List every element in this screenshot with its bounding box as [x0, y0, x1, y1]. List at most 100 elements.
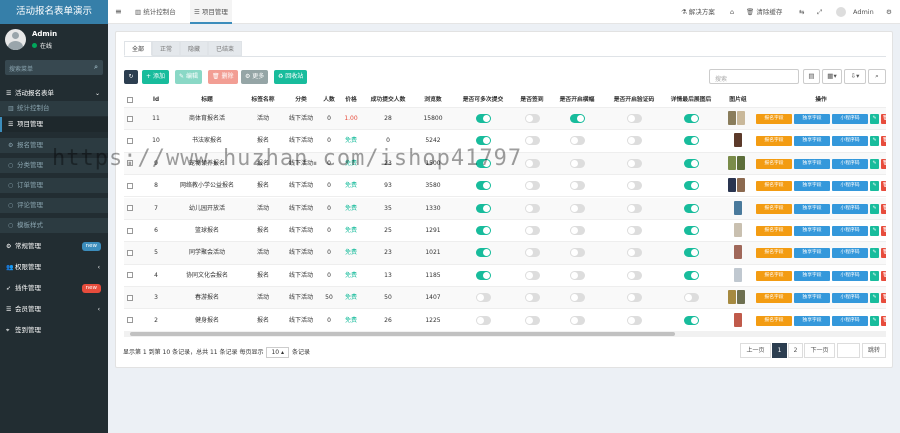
- page-size-select[interactable]: 10 ▴: [266, 347, 290, 358]
- toggle-multi-switch[interactable]: [476, 114, 491, 123]
- row-checkbox[interactable]: [124, 220, 136, 242]
- row-edit-button[interactable]: ✎: [870, 270, 879, 281]
- toggle-multi-switch[interactable]: [476, 181, 491, 191]
- toggle-detail-switch[interactable]: [684, 136, 699, 146]
- action-exclusive-fields-button[interactable]: 独享字段: [794, 181, 830, 192]
- edit-button[interactable]: ✎ 编辑: [175, 70, 202, 84]
- toggle-captcha-switch[interactable]: [627, 270, 642, 280]
- toggle-banner-switch[interactable]: [570, 181, 585, 191]
- action-exclusive-fields-button[interactable]: 独享字段: [794, 293, 830, 304]
- toggle-signin-switch[interactable]: [525, 248, 540, 258]
- thumbnail-image[interactable]: [734, 223, 742, 237]
- horizontal-scrollbar[interactable]: [124, 331, 886, 337]
- action-mini-program-code-button[interactable]: 小程序码: [832, 270, 868, 281]
- thumbnail-image[interactable]: [737, 155, 745, 170]
- delete-button[interactable]: 🗑 删除: [208, 70, 238, 84]
- action-exclusive-fields-button[interactable]: 独享字段: [794, 315, 830, 326]
- action-exclusive-fields-button[interactable]: 独享字段: [794, 114, 830, 124]
- thumbnail-image[interactable]: [734, 133, 742, 148]
- toggle-banner-switch[interactable]: [570, 226, 585, 235]
- tab-all[interactable]: 全部: [124, 41, 153, 56]
- action-exclusive-fields-button[interactable]: 独享字段: [794, 158, 830, 169]
- toggle-banner-switch[interactable]: [570, 114, 585, 123]
- page-2-button[interactable]: 2: [788, 343, 803, 358]
- toggle-multi-switch[interactable]: [476, 248, 491, 258]
- toggle-multi-switch[interactable]: [476, 136, 491, 146]
- next-page-button[interactable]: 下一页: [804, 343, 835, 358]
- advanced-search-icon[interactable]: ⌕: [868, 69, 886, 84]
- select-all-checkbox[interactable]: [124, 92, 136, 108]
- toggle-signin-switch[interactable]: [525, 203, 540, 213]
- toggle-signin-switch[interactable]: [525, 181, 540, 191]
- sidebar-item-10[interactable]: 👥 权限管理 ‹: [0, 260, 108, 275]
- toggle-multi-switch[interactable]: [476, 270, 491, 280]
- prev-page-button[interactable]: 上一页: [740, 343, 771, 358]
- table-search-input[interactable]: 搜索: [709, 69, 799, 84]
- search-icon[interactable]: ⌕: [94, 63, 98, 72]
- toggle-banner-switch[interactable]: [570, 203, 585, 213]
- scrollbar-thumb[interactable]: [130, 332, 675, 336]
- thumbnail-image[interactable]: [728, 111, 736, 125]
- action-form-fields-button[interactable]: 报名字段: [756, 293, 792, 304]
- add-button[interactable]: + 添加: [142, 70, 169, 84]
- toggle-detail-switch[interactable]: [684, 248, 699, 258]
- export-dropdown-icon[interactable]: ⇩▾: [844, 69, 866, 84]
- toggle-captcha-switch[interactable]: [627, 158, 642, 168]
- toggle-banner-switch[interactable]: [570, 293, 585, 303]
- row-edit-button[interactable]: ✎: [870, 181, 879, 192]
- row-edit-button[interactable]: ✎: [870, 158, 879, 169]
- toggle-captcha-switch[interactable]: [627, 114, 642, 123]
- row-delete-button[interactable]: 🗑: [881, 114, 886, 124]
- sidebar-item-2[interactable]: ▥ 统计控制台: [0, 101, 108, 116]
- thumbnail-image[interactable]: [737, 111, 745, 125]
- action-form-fields-button[interactable]: 报名字段: [756, 226, 792, 236]
- row-edit-button[interactable]: ✎: [870, 315, 879, 326]
- page-1-button[interactable]: 1: [772, 343, 787, 358]
- toggle-captcha-switch[interactable]: [627, 293, 642, 303]
- row-checkbox[interactable]: [124, 287, 136, 309]
- toggle-detail-switch[interactable]: [684, 181, 699, 191]
- action-exclusive-fields-button[interactable]: 独享字段: [794, 136, 830, 147]
- action-form-fields-button[interactable]: 报名字段: [756, 136, 792, 147]
- toggle-captcha-switch[interactable]: [627, 136, 642, 146]
- row-checkbox[interactable]: [124, 265, 136, 287]
- action-form-fields-button[interactable]: 报名字段: [756, 270, 792, 281]
- thumbnail-image[interactable]: [737, 178, 745, 193]
- thumbnail-image[interactable]: [728, 290, 736, 305]
- action-exclusive-fields-button[interactable]: 独享字段: [794, 226, 830, 236]
- action-form-fields-button[interactable]: 报名字段: [756, 248, 792, 259]
- topbar-avatar[interactable]: [836, 0, 846, 24]
- toggle-captcha-switch[interactable]: [627, 248, 642, 258]
- row-delete-button[interactable]: 🗑: [881, 158, 886, 169]
- toggle-signin-switch[interactable]: [525, 315, 540, 325]
- row-edit-button[interactable]: ✎: [870, 203, 879, 214]
- row-checkbox[interactable]: [124, 242, 136, 264]
- topbar-user-name[interactable]: Admin: [853, 0, 874, 24]
- row-checkbox[interactable]: [124, 175, 136, 197]
- toggle-multi-switch[interactable]: [476, 203, 491, 213]
- row-delete-button[interactable]: 🗑: [881, 248, 886, 259]
- toggle-detail-switch[interactable]: [684, 293, 699, 303]
- sidebar-item-9[interactable]: ⚙ 常规管理 new: [0, 239, 108, 254]
- action-mini-program-code-button[interactable]: 小程序码: [832, 293, 868, 304]
- refresh-button[interactable]: ↻: [124, 70, 138, 84]
- clear-cache-button[interactable]: 🗑 清除缓存: [746, 0, 782, 24]
- action-mini-program-code-button[interactable]: 小程序码: [832, 114, 868, 124]
- row-delete-button[interactable]: 🗑: [881, 203, 886, 214]
- jump-page-input[interactable]: [837, 343, 860, 358]
- action-mini-program-code-button[interactable]: 小程序码: [832, 248, 868, 259]
- row-delete-button[interactable]: 🗑: [881, 315, 886, 326]
- row-edit-button[interactable]: ✎: [870, 248, 879, 259]
- toggle-banner-switch[interactable]: [570, 315, 585, 325]
- toggle-signin-switch[interactable]: [525, 136, 540, 146]
- sidebar-item-11[interactable]: ➶ 插件管理 new: [0, 281, 108, 296]
- tab-normal[interactable]: 正常: [152, 41, 181, 56]
- toggle-banner-switch[interactable]: [570, 136, 585, 146]
- home-icon[interactable]: ⌂: [730, 0, 734, 24]
- toggle-signin-switch[interactable]: [525, 158, 540, 168]
- tab-hidden[interactable]: 隐藏: [180, 41, 209, 56]
- action-form-fields-button[interactable]: 报名字段: [756, 114, 792, 124]
- language-icon[interactable]: ⇆: [799, 0, 804, 24]
- action-mini-program-code-button[interactable]: 小程序码: [832, 315, 868, 326]
- toggle-detail-switch[interactable]: [684, 315, 699, 325]
